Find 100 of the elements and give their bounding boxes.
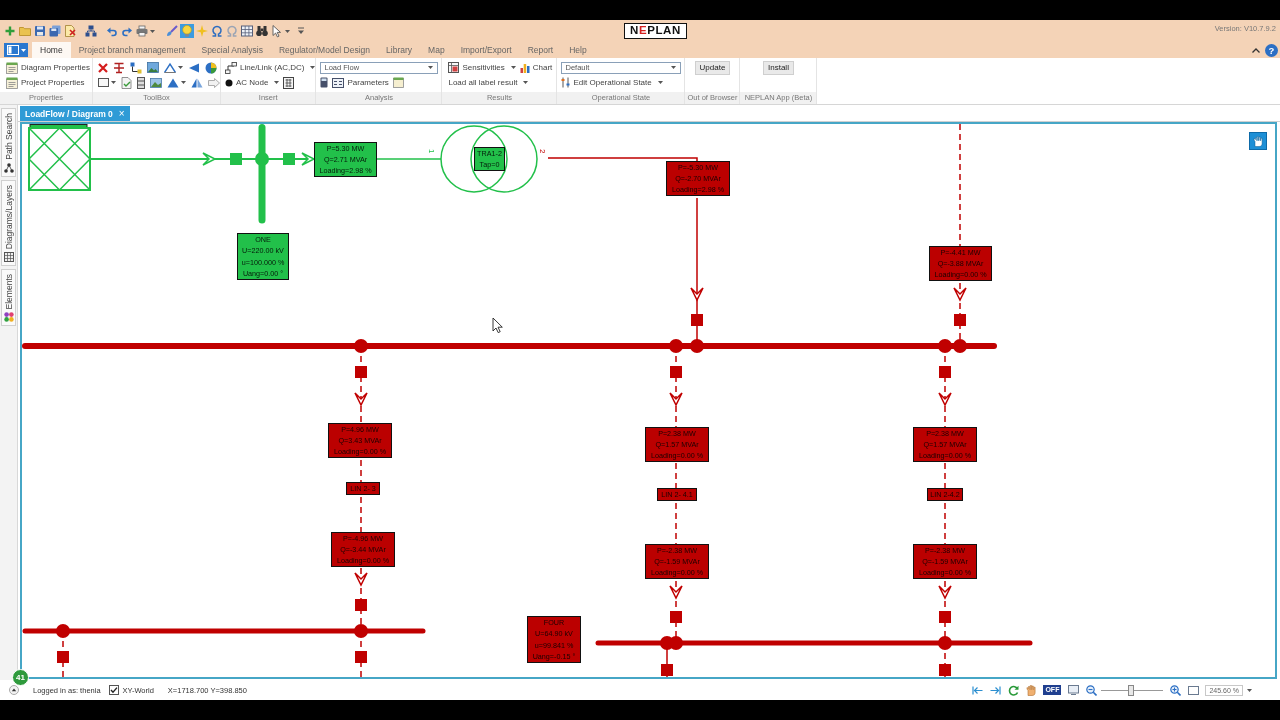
zoom-slider[interactable] (1101, 684, 1164, 696)
printer-icon[interactable] (135, 24, 149, 38)
notes-icon[interactable] (392, 77, 404, 88)
ribbon-button[interactable]: Project Properties (6, 76, 85, 89)
caret-icon[interactable] (1247, 688, 1252, 692)
hand-icon[interactable] (1026, 684, 1037, 696)
caret-icon[interactable] (111, 81, 116, 84)
small-caret-icon (20, 48, 26, 52)
switch-square-icon (355, 599, 367, 611)
strike-t-icon[interactable] (113, 61, 125, 74)
refresh-icon[interactable] (1008, 684, 1020, 696)
ribbon-button[interactable]: Chart (519, 61, 553, 74)
dashed-line (944, 502, 946, 545)
window-icon (6, 45, 19, 55)
mouse-pointer-icon (492, 317, 503, 334)
lightbulb-icon[interactable] (180, 24, 194, 38)
switch-square-icon (355, 651, 367, 663)
switch-square-icon (230, 153, 242, 165)
flow-arrow-icon (202, 152, 217, 166)
caret-icon[interactable] (150, 29, 155, 33)
flow-arrow-icon (953, 287, 967, 302)
omega-icon[interactable] (210, 24, 224, 38)
ribbon-menu-button[interactable]: Sensitivities (448, 61, 516, 74)
flow-arrow-icon (669, 392, 683, 407)
menu-tab[interactable]: Report (519, 42, 562, 58)
brush-icon[interactable] (165, 24, 179, 38)
triangle-icon[interactable] (167, 77, 179, 88)
menu-tab[interactable]: Library (378, 42, 421, 58)
menu-tab[interactable]: Regulator/Model Design (270, 42, 379, 58)
ribbon-menu-button[interactable]: Load all label result (448, 76, 529, 89)
nodes-icon (3, 162, 14, 173)
checkbox[interactable] (108, 685, 119, 695)
pie-icon[interactable] (205, 61, 217, 74)
column-icon[interactable] (137, 76, 145, 89)
flow-arrow-icon (669, 585, 683, 600)
matrix-icon[interactable] (283, 76, 295, 89)
connection-line (376, 158, 442, 160)
document-check-icon[interactable] (121, 76, 132, 89)
menu-tab[interactable]: Map (420, 42, 453, 58)
ribbon-button[interactable]: Parameters (332, 76, 389, 89)
slider-thumb[interactable] (1128, 684, 1135, 696)
side-panel-tab[interactable]: Path Search (1, 108, 16, 177)
side-panel-tab[interactable]: Elements (1, 269, 16, 327)
side-panel-tab[interactable]: Diagrams/Layers (1, 179, 16, 267)
magnifier-minus-icon[interactable] (1086, 684, 1098, 696)
ribbon-menu-button[interactable]: Edit Operational State (561, 76, 663, 89)
caret-icon[interactable] (181, 81, 186, 84)
dashed-line (675, 462, 677, 489)
dashed-line (360, 496, 362, 533)
menu-tab[interactable]: Help (561, 42, 595, 58)
split-triangle-icon[interactable] (191, 77, 203, 88)
table-icon[interactable] (240, 24, 254, 38)
document-cross-icon[interactable] (63, 24, 77, 38)
pan-hand-icon (1253, 135, 1263, 147)
flag-icon[interactable] (188, 62, 200, 73)
menu-tab[interactable]: Special Analysis (193, 42, 271, 58)
caret-icon (274, 81, 280, 84)
plus-icon[interactable] (3, 24, 17, 38)
binoculars-icon[interactable] (255, 24, 269, 38)
app-menu-button[interactable] (4, 43, 28, 57)
ribbon-push-button[interactable]: Install (763, 60, 794, 75)
menu-tab[interactable]: Project branch management (70, 42, 194, 58)
sensitivities-icon (448, 62, 460, 73)
flow-arrow-icon (690, 287, 704, 302)
last-page-icon[interactable] (990, 685, 1002, 695)
magnifier-plus-icon[interactable] (1170, 684, 1182, 696)
network-icon[interactable] (84, 24, 98, 38)
help-button[interactable]: ? (1265, 43, 1278, 57)
caret-icon[interactable] (285, 29, 290, 33)
x-mark-icon[interactable] (98, 62, 108, 73)
switch-square-icon (670, 366, 682, 378)
rectangle-icon[interactable] (98, 78, 109, 87)
node-dot-icon (354, 339, 368, 353)
slope-icon[interactable] (164, 62, 176, 73)
screen-icon[interactable] (1068, 685, 1080, 695)
calculator-icon[interactable] (320, 77, 329, 88)
flow-arrow-icon (354, 392, 368, 407)
switch-square-icon (670, 611, 682, 623)
caret-up-icon[interactable] (1252, 47, 1260, 53)
first-page-icon[interactable] (972, 685, 984, 695)
connector-icon[interactable] (130, 61, 142, 74)
parameters-icon (332, 77, 345, 88)
caret-icon[interactable] (178, 66, 183, 69)
menu-tab[interactable]: Import/Export (452, 42, 520, 58)
switch-square-icon (283, 153, 295, 165)
ribbon-button[interactable]: Diagram Properties (6, 61, 90, 74)
switch-square-icon (661, 664, 673, 676)
frame-icon[interactable] (1188, 685, 1200, 695)
up-caret-circle-icon[interactable] (9, 685, 19, 695)
ribbon-menu-button[interactable]: Line/Link (AC,DC) (225, 61, 316, 74)
pointer-icon[interactable] (270, 24, 284, 38)
ribbon-menu-button[interactable]: AC Node (225, 76, 280, 89)
pan-button[interactable] (1249, 132, 1267, 150)
landscape-icon[interactable] (150, 77, 162, 88)
sheet-icon (6, 76, 18, 89)
floppy-disks-icon[interactable] (48, 24, 62, 38)
menu-tab[interactable]: Home (32, 42, 71, 58)
port-number: 2 (538, 149, 547, 154)
node-dot-icon (354, 624, 368, 638)
ribbon-push-button[interactable]: Update (694, 60, 731, 75)
